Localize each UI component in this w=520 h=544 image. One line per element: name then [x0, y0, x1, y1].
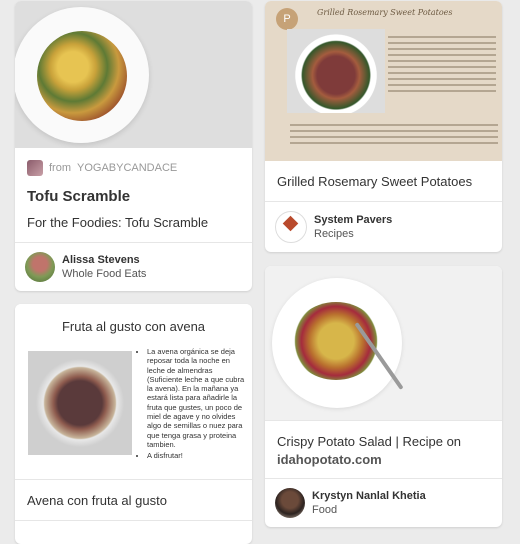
avatar[interactable] [275, 211, 307, 243]
instruction-item: A disfrutar! [147, 451, 249, 460]
pin-domain[interactable]: idahopotato.com [265, 450, 502, 478]
logo-icon: P [276, 8, 298, 30]
pin-card-sweet-potatoes[interactable]: P Grilled Rosemary Sweet Potatoes Grille… [265, 1, 502, 252]
plate-image [15, 7, 149, 143]
image-instructions: La avena orgánica se deja reposar toda l… [137, 347, 249, 463]
source-name[interactable]: YOGABYCANDACE [77, 162, 177, 174]
pin-image-tofu-scramble[interactable] [15, 1, 252, 148]
board-name[interactable]: Recipes [314, 228, 392, 240]
recipe-text-lines [388, 33, 496, 96]
pin-attribution[interactable]: Krystyn Nanlal Khetia Food [265, 479, 502, 527]
plate-image [272, 278, 402, 408]
pin-image-potato-salad[interactable] [265, 266, 502, 420]
user-name[interactable]: System Pavers [314, 214, 392, 226]
instruction-item: La avena orgánica se deja reposar toda l… [147, 347, 249, 449]
source-avatar [27, 160, 43, 176]
board-name[interactable]: Food [312, 504, 426, 516]
board-name[interactable]: Whole Food Eats [62, 268, 146, 280]
source-prefix: from [49, 162, 71, 174]
pin-image-sweet-potatoes[interactable]: P Grilled Rosemary Sweet Potatoes [265, 1, 502, 161]
recipe-text-lines [290, 121, 498, 148]
pin-image-avena[interactable]: Fruta al gusto con avena La avena orgáni… [15, 304, 252, 479]
avatar[interactable] [25, 252, 55, 282]
pin-title[interactable]: Grilled Rosemary Sweet Potatoes [265, 161, 502, 201]
pin-source[interactable]: from YOGABYCANDACE [15, 148, 252, 176]
pin-card-tofu-scramble[interactable]: from YOGABYCANDACE Tofu Scramble For the… [15, 1, 252, 291]
pin-title[interactable]: Avena con fruta al gusto [15, 480, 252, 520]
pin-description: For the Foodies: Tofu Scramble [27, 215, 209, 230]
bowl-photo [28, 351, 132, 455]
pin-card-potato-salad[interactable]: Crispy Potato Salad | Recipe on idahopot… [265, 266, 502, 527]
pin-title[interactable]: Tofu Scramble [15, 176, 252, 205]
pin-attribution[interactable]: System Pavers Recipes [265, 202, 502, 252]
food-photo [287, 29, 385, 113]
divider [15, 520, 252, 521]
avatar[interactable] [275, 488, 305, 518]
user-name[interactable]: Alissa Stevens [62, 254, 146, 266]
pin-card-avena[interactable]: Fruta al gusto con avena La avena orgáni… [15, 304, 252, 544]
pin-attribution[interactable]: Alissa Stevens Whole Food Eats [15, 243, 252, 291]
image-title: Fruta al gusto con avena [61, 319, 206, 334]
pin-title[interactable]: Crispy Potato Salad | Recipe on [265, 421, 502, 450]
image-title: Grilled Rosemary Sweet Potatoes [317, 8, 453, 17]
user-name[interactable]: Krystyn Nanlal Khetia [312, 490, 426, 502]
